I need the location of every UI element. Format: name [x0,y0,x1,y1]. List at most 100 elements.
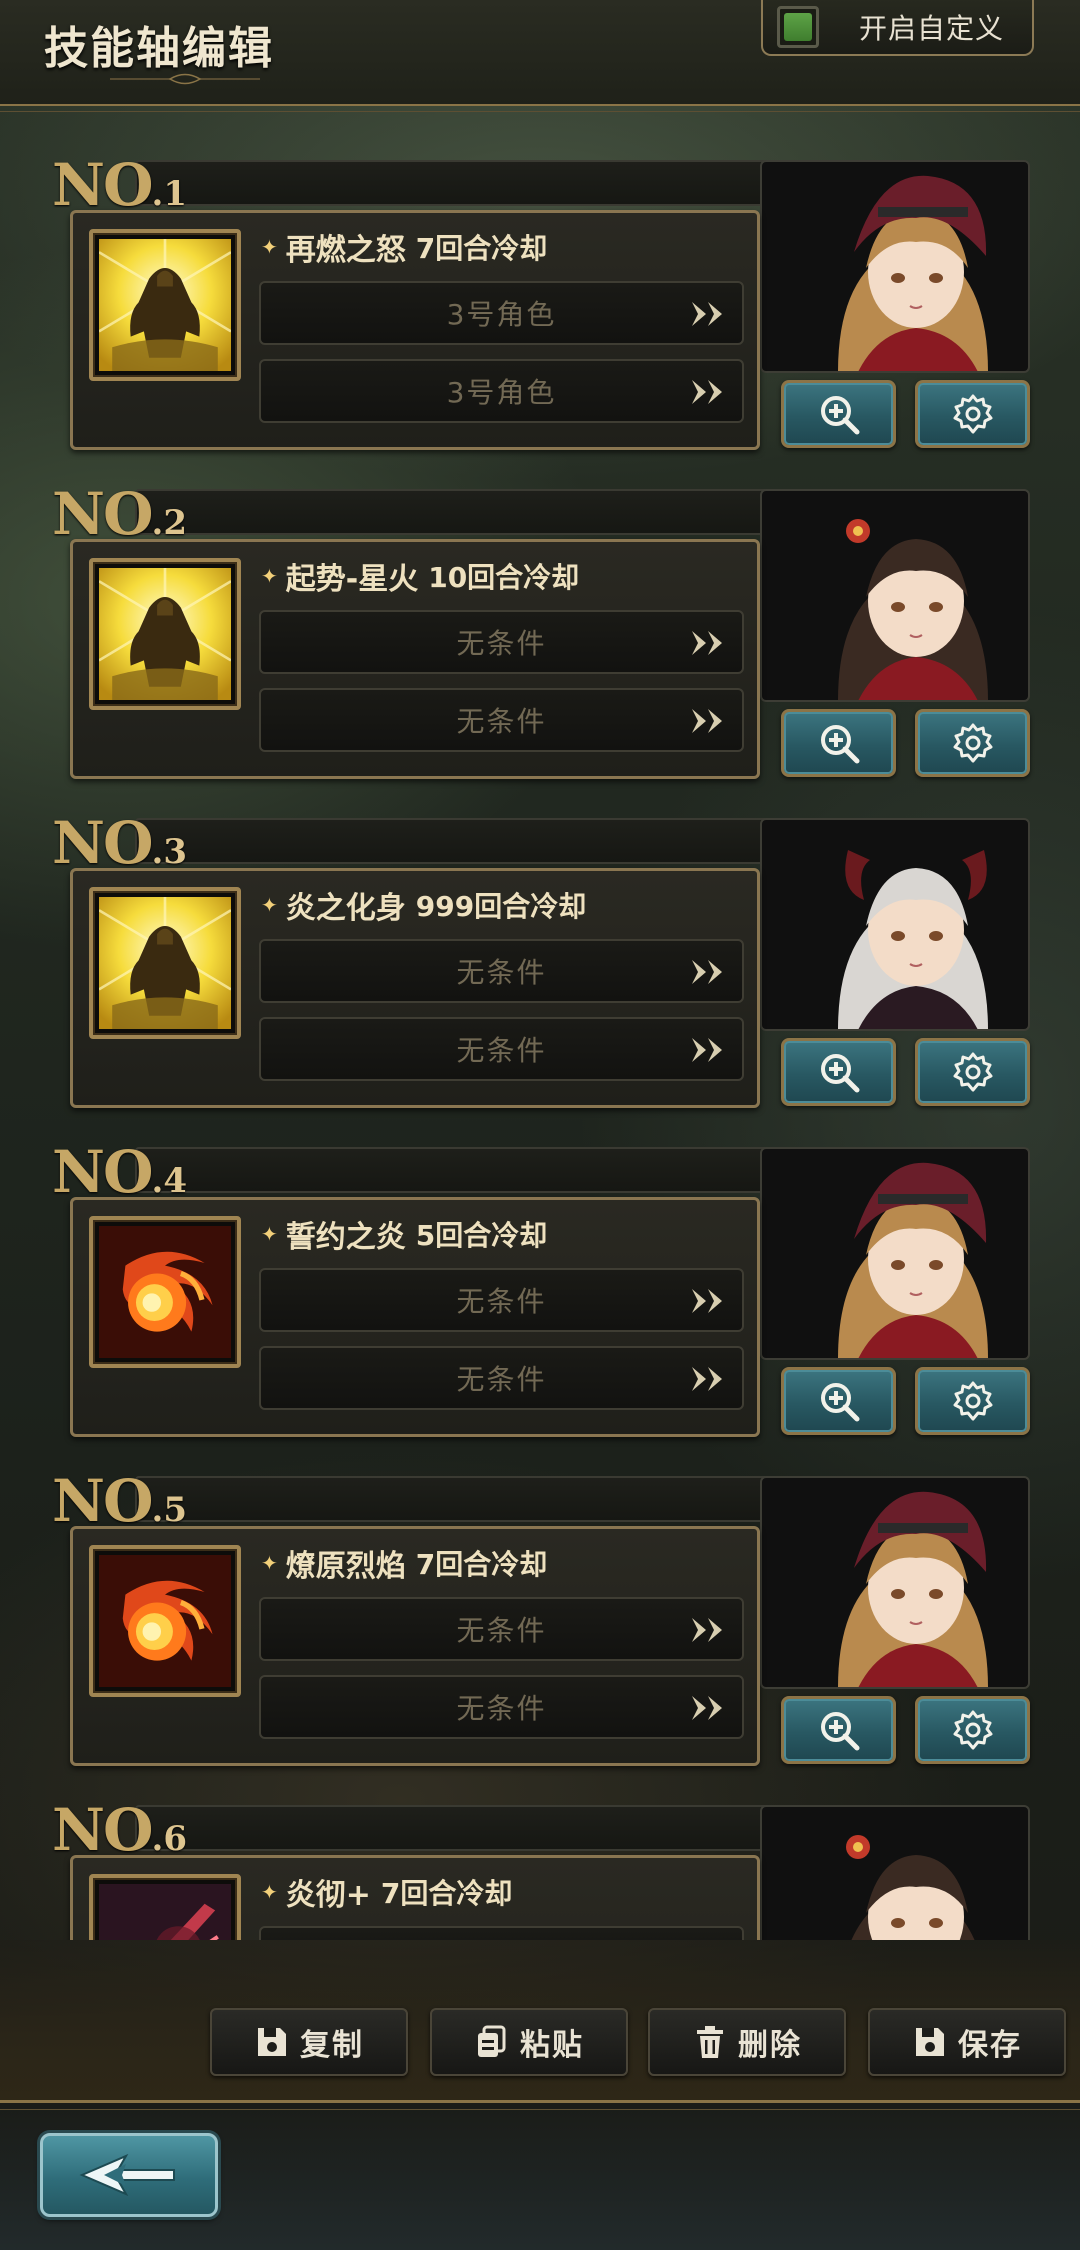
sparkle-icon: ✦ [261,1222,278,1246]
skill-entry: NO.1 ✦ 再燃之怒 7回合冷却 3号角色 3号角色 [0,120,1080,450]
skill-card[interactable]: ✦ 燎原烈焰 7回合冷却 无条件 无条件 [70,1526,760,1766]
character-portrait [760,1147,1030,1360]
condition-text: 无条件 [456,1285,547,1318]
paste-button[interactable]: 粘贴 [430,2008,628,2076]
header-bar: 技能轴编辑 开启自定义 [0,0,1080,112]
gear-icon [953,1710,992,1750]
gear-icon [953,1381,992,1421]
entry-number-n: N [52,1796,105,1864]
settings-button[interactable] [915,1367,1030,1435]
action-bar: 复制 粘贴 删除 保存 [0,1940,1080,2100]
entry-number-value: .5 [151,1490,188,1530]
condition-field-1[interactable]: 无条件 [259,610,744,674]
condition-field-1[interactable] [259,1926,744,1940]
gear-icon [953,1052,992,1092]
character-portrait [760,818,1030,1031]
condition-text: 无条件 [456,1692,547,1725]
skill-card[interactable]: ✦ 起势-星火 10回合冷却 无条件 无条件 [70,539,760,779]
skill-card[interactable]: ✦ 誓约之炎 5回合冷却 无条件 无条件 [70,1197,760,1437]
double-arrow-icon [692,709,722,733]
sparkle-icon: ✦ [261,1551,278,1575]
entry-number-n: N [52,480,105,548]
condition-field-2[interactable]: 无条件 [259,688,744,752]
condition-field-2[interactable]: 3号角色 [259,359,744,423]
skill-cooldown: 7回合冷却 [380,1877,513,1910]
back-button[interactable] [40,2133,218,2217]
skill-list[interactable]: NO.1 ✦ 再燃之怒 7回合冷却 3号角色 3号角色 NO.2 ✦ 起势-星火… [0,120,1080,1940]
settings-button[interactable] [915,709,1030,777]
skill-entry: NO.2 ✦ 起势-星火 10回合冷却 无条件 无条件 [0,439,1080,779]
skill-entry: NO.5 ✦ 燎原烈焰 7回合冷却 无条件 无条件 [0,1426,1080,1766]
double-arrow-icon [692,1618,722,1642]
zoom-in-button[interactable] [781,709,896,777]
entry-number: NO.3 [52,812,187,874]
skill-title: ✦ 再燃之怒 7回合冷却 [261,225,547,269]
skill-entry: NO.3 ✦ 炎之化身 999回合冷却 无条件 无条件 [0,768,1080,1108]
settings-button[interactable] [915,1038,1030,1106]
zoom-in-button[interactable] [781,1038,896,1106]
floppy-icon [258,2028,286,2056]
settings-button[interactable] [915,1696,1030,1764]
save-button[interactable]: 保存 [868,2008,1066,2076]
settings-button[interactable] [915,380,1030,448]
fireball-icon[interactable] [89,1216,241,1368]
trash-icon [697,2026,723,2058]
zoom-in-button[interactable] [781,1367,896,1435]
skill-entry: NO.6 ✦ 炎彻+ 7回合冷却 [0,1755,1080,1940]
condition-text: 无条件 [456,627,547,660]
condition-field-1[interactable]: 无条件 [259,1597,744,1661]
skill-title: ✦ 起势-星火 10回合冷却 [261,554,579,598]
double-arrow-icon [692,1038,722,1062]
golden-warrior-icon[interactable] [89,558,241,710]
skill-card[interactable]: ✦ 再燃之怒 7回合冷却 3号角色 3号角色 [70,210,760,450]
skill-entry: NO.4 ✦ 誓约之炎 5回合冷却 无条件 无条件 [0,1097,1080,1437]
character-portrait [760,489,1030,702]
entry-number: NO.5 [52,1470,187,1532]
fireball-icon[interactable] [89,1545,241,1697]
skill-card[interactable]: ✦ 炎之化身 999回合冷却 无条件 无条件 [70,868,760,1108]
skill-name: 炎彻+ [285,1878,371,1913]
zoom-in-button[interactable] [781,380,896,448]
skill-name: 誓约之炎 [285,1220,406,1255]
sword-slash-icon[interactable] [89,1874,241,1940]
skill-card[interactable]: ✦ 炎彻+ 7回合冷却 [70,1855,760,1940]
save-label: 保存 [958,2028,1022,2063]
delete-button[interactable]: 删除 [648,2008,846,2076]
condition-field-1[interactable]: 无条件 [259,939,744,1003]
skill-title: ✦ 炎彻+ 7回合冷却 [261,1870,512,1914]
zoom-in-icon [820,725,859,764]
sparkle-icon: ✦ [261,564,278,588]
double-arrow-icon [692,1696,722,1720]
condition-text: 无条件 [456,956,547,989]
footer-bar [0,2100,1080,2250]
entry-number-value: .1 [151,174,188,214]
entry-number-o: O [103,1467,154,1535]
custom-mode-toggle[interactable]: 开启自定义 [761,0,1034,56]
skill-cooldown: 10回合冷却 [428,561,580,594]
condition-text: 无条件 [456,705,547,738]
skill-title: ✦ 炎之化身 999回合冷却 [261,883,586,927]
copy-button[interactable]: 复制 [210,2008,408,2076]
zoom-in-button[interactable] [781,1696,896,1764]
entry-number-n: N [52,1138,105,1206]
skill-title: ✦ 誓约之炎 5回合冷却 [261,1212,547,1256]
golden-warrior-icon[interactable] [89,887,241,1039]
title-ornament-icon [110,73,260,85]
character-portrait [760,1476,1030,1689]
skill-title: ✦ 燎原烈焰 7回合冷却 [261,1541,547,1585]
condition-field-1[interactable]: 无条件 [259,1268,744,1332]
skill-name: 炎之化身 [285,891,406,926]
double-arrow-icon [692,302,722,326]
sparkle-icon: ✦ [261,893,278,917]
condition-field-2[interactable]: 无条件 [259,1675,744,1739]
condition-field-1[interactable]: 3号角色 [259,281,744,345]
golden-warrior-icon[interactable] [89,229,241,381]
toggle-checkbox[interactable] [777,6,819,48]
skill-name: 燎原烈焰 [285,1549,406,1584]
entry-number: NO.4 [52,1141,187,1203]
condition-field-2[interactable]: 无条件 [259,1346,744,1410]
character-portrait [760,160,1030,373]
entry-number-o: O [103,151,154,219]
condition-field-2[interactable]: 无条件 [259,1017,744,1081]
skill-cooldown: 7回合冷却 [415,1548,548,1581]
